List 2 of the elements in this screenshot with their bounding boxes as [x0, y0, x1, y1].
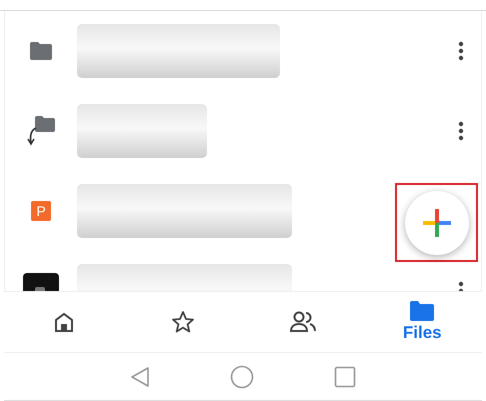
- slides-icon: P: [31, 201, 51, 221]
- files-tab[interactable]: Files: [362, 292, 482, 352]
